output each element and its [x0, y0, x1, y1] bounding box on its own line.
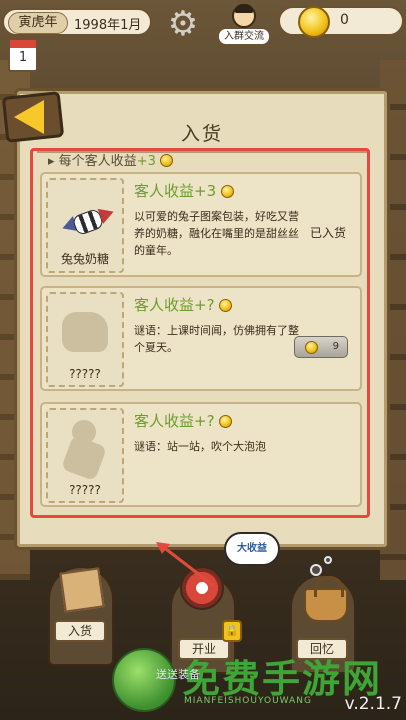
panel-title: 入货	[180, 123, 223, 145]
item-card[interactable]: ????? 客人收益+? 谜语：上课时间闻，仿佛拥有了整个夏天。 9	[40, 286, 362, 391]
current-date: 1998年1月	[74, 18, 142, 33]
back-arrow-icon	[14, 100, 44, 134]
calendar-day: 1	[18, 50, 28, 65]
nav-stock-button[interactable]: 入货	[54, 620, 106, 642]
bubble-icon	[310, 564, 322, 576]
item-name: 兔兔奶糖	[60, 252, 109, 266]
item-thumbnail: ?????	[46, 408, 124, 503]
milk-candy-icon	[59, 202, 117, 242]
community-button[interactable]: 入群交流	[218, 4, 270, 46]
item-description: 以可爱的兔子图案包装，好吃又营养的奶糖，融化在嘴里的是甜丝丝的童年。	[134, 210, 299, 257]
coin-icon	[219, 415, 233, 428]
coin-icon	[298, 6, 330, 38]
item-name: ?????	[69, 367, 101, 381]
avatar-icon	[232, 4, 256, 28]
item-income: 客人收益+3	[134, 180, 234, 201]
item-name: ?????	[69, 483, 101, 497]
coin-icon	[219, 299, 233, 312]
coin-icon	[305, 341, 318, 354]
version-label: v.2.1.7	[344, 694, 402, 714]
item-card[interactable]: 兔兔奶糖 客人收益+3 以可爱的兔子图案包装，好吃又营养的奶糖，融化在嘴里的是甜…	[40, 172, 362, 277]
big-income-speech-bubble: 大收益	[224, 532, 280, 566]
item-description: 谜语：站一站，吹个大泡泡	[134, 440, 266, 453]
item-card[interactable]: ????? 客人收益+? 谜语：站一站，吹个大泡泡	[40, 402, 362, 507]
item-income: 客人收益+?	[134, 410, 233, 431]
calendar-icon[interactable]: 1	[8, 38, 38, 72]
item-status: 已入货	[309, 226, 346, 240]
red-pointer-arrow-icon	[156, 542, 215, 588]
income-summary: ▸ 每个客人收益+3	[48, 150, 173, 169]
buy-button[interactable]: 9	[294, 336, 348, 358]
income-summary-label: 每个客人收益	[58, 154, 137, 169]
cardboard-box-icon	[59, 567, 105, 613]
coin-balance: 0	[278, 6, 404, 38]
income-summary-value: +3	[136, 154, 156, 169]
community-label: 入群交流	[218, 28, 270, 45]
item-thumbnail: 兔兔奶糖	[46, 178, 124, 273]
back-button[interactable]	[0, 90, 66, 144]
bubble-icon	[324, 556, 332, 564]
top-bar: 寅虎年 1998年1月 1 ⚙ 入群交流 0	[0, 0, 406, 72]
item-income: 客人收益+?	[134, 294, 233, 315]
lock-icon: 🔒	[222, 620, 242, 642]
bottom-hint: 送送装备	[156, 668, 200, 681]
date-display: 寅虎年 1998年1月	[2, 8, 152, 36]
buy-price: 9	[332, 341, 339, 352]
coin-icon	[220, 185, 234, 198]
watermark-subtitle: MIANFEISHOUYOUWANG	[184, 696, 312, 706]
basket-icon	[304, 576, 348, 622]
zodiac-year: 寅虎年	[8, 12, 68, 34]
locked-item-silhouette-icon	[62, 312, 108, 352]
item-thumbnail: ?????	[46, 292, 124, 387]
coin-count: 0	[340, 12, 349, 28]
settings-gear-icon[interactable]: ⚙	[165, 6, 201, 42]
coin-icon	[160, 154, 173, 167]
item-description: 谜语：上课时间闻，仿佛拥有了整个夏天。	[134, 324, 299, 354]
